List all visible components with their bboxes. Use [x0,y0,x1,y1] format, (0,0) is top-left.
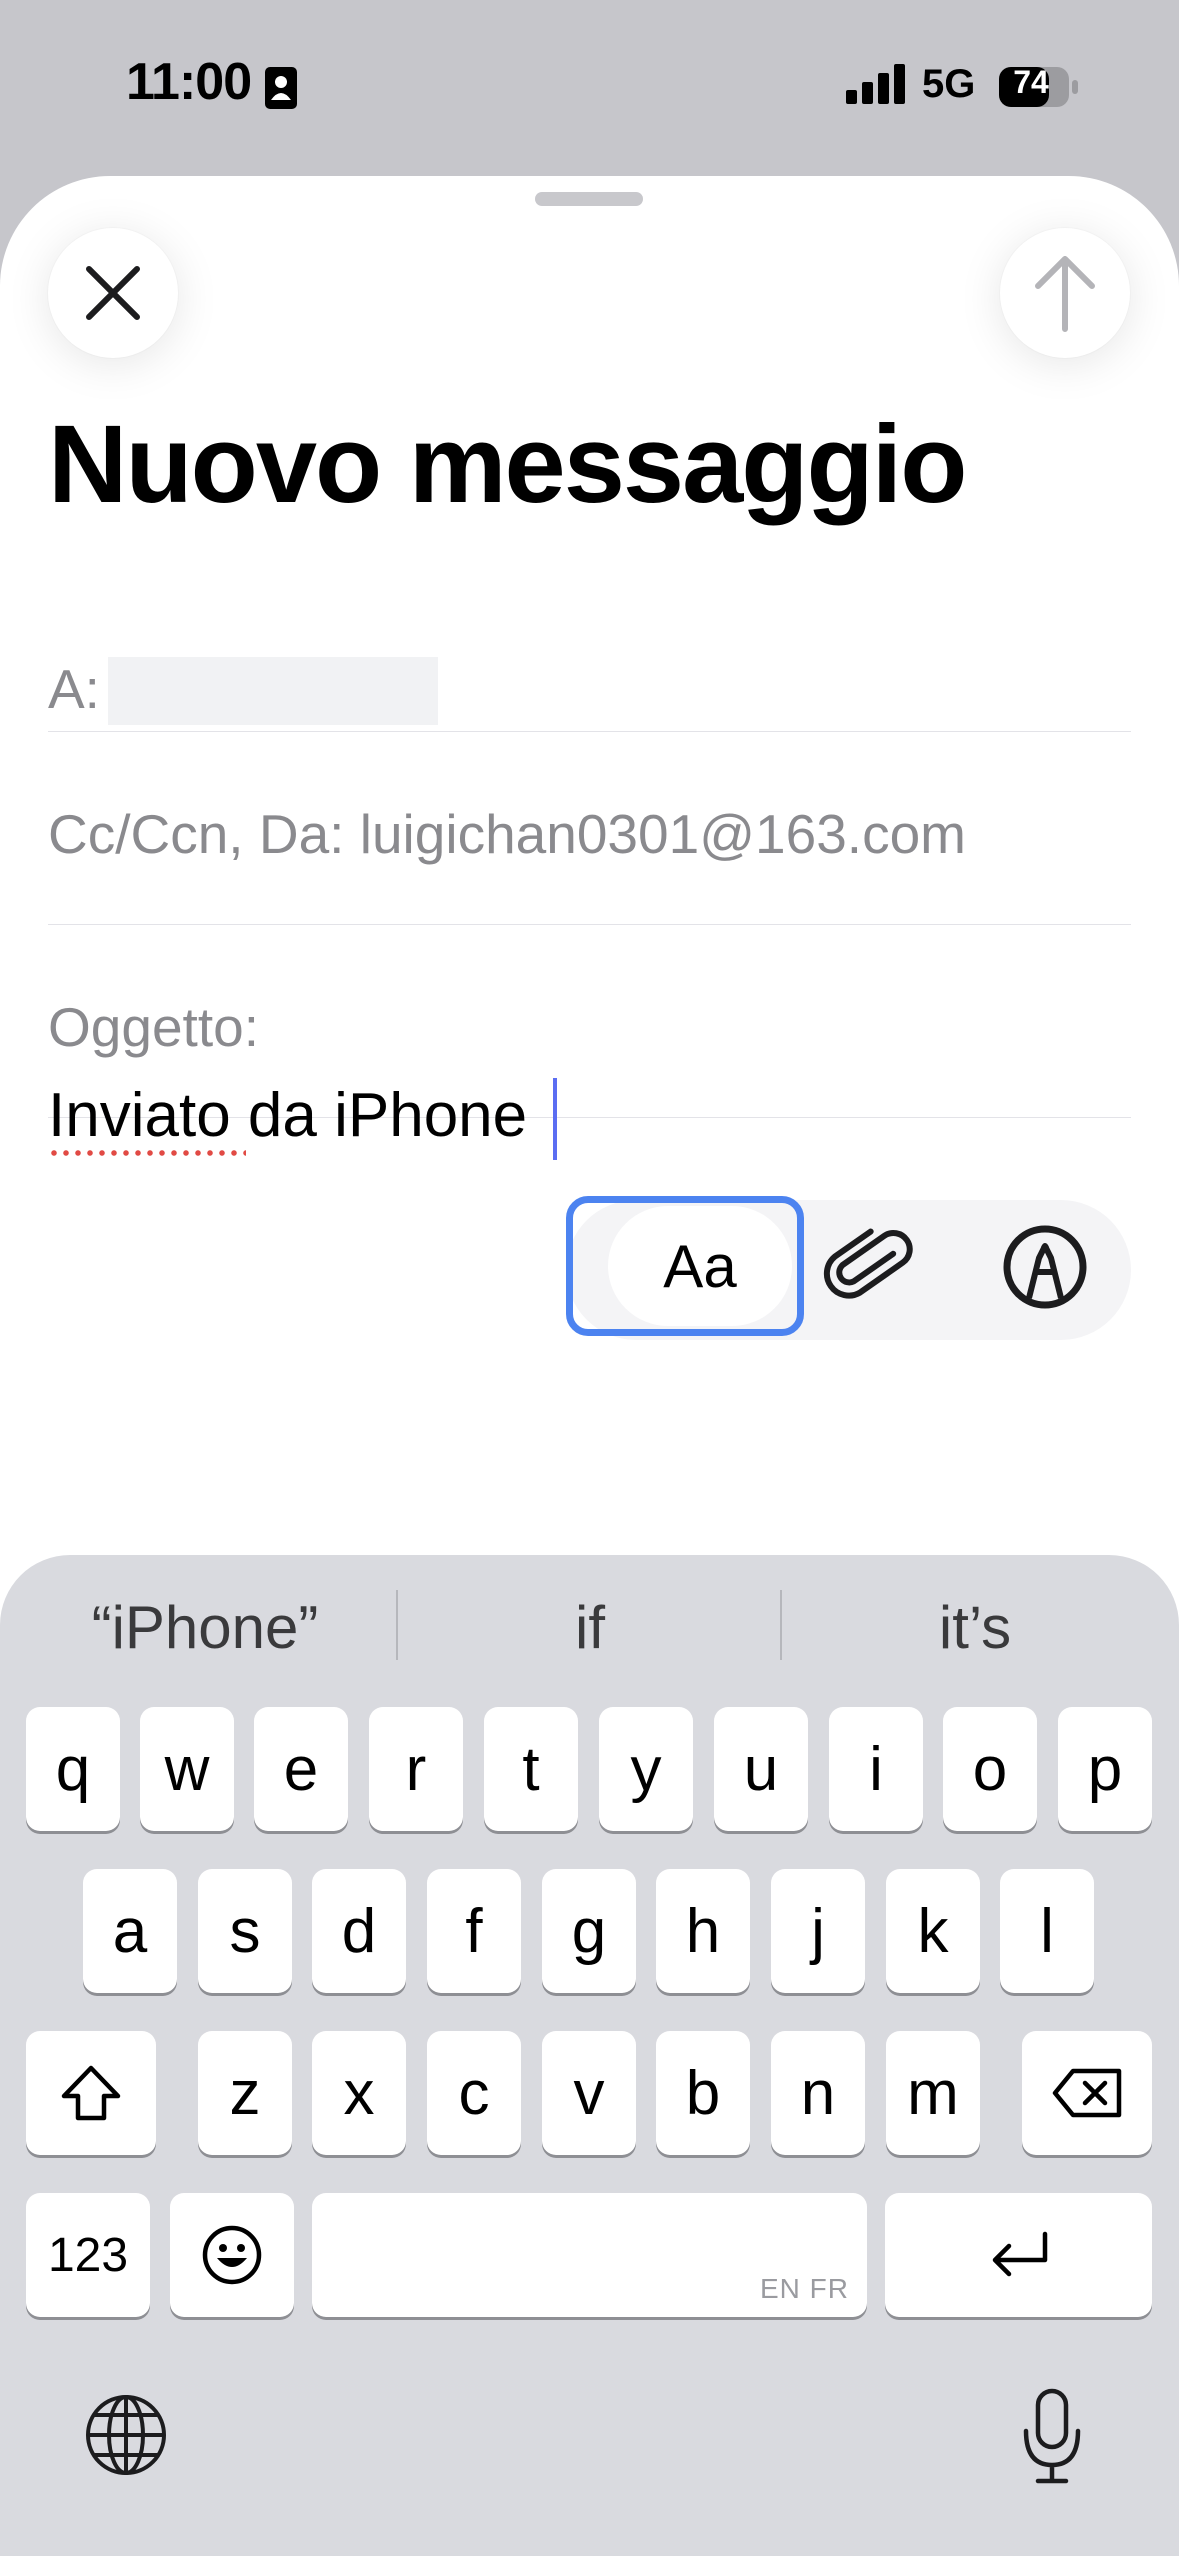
close-icon [86,266,140,320]
space-key[interactable]: EN FR [312,2193,867,2317]
numbers-key[interactable]: 123 [26,2193,150,2317]
status-time: 11:00 [126,53,252,111]
key-u[interactable]: u [714,1707,808,1831]
key-z[interactable]: z [198,2031,292,2155]
key-o[interactable]: o [943,1707,1037,1831]
markup-pen-icon[interactable] [995,1212,1095,1322]
cc-bcc-from-label: Cc/Ccn, Da: luigichan0301@163.com [48,803,966,865]
return-arrow-icon [992,2231,1047,2277]
suggestion-divider [780,1590,782,1660]
close-button[interactable] [48,228,178,358]
shift-arrow-icon [61,2065,121,2121]
emoji-key[interactable] [170,2193,294,2317]
send-button[interactable] [1000,228,1130,358]
arrow-up-icon [1035,256,1095,332]
key-v[interactable]: v [542,2031,636,2155]
keyboard-language-hint: EN FR [760,2273,849,2304]
key-x[interactable]: x [312,2031,406,2155]
battery-level: 74 [1013,64,1049,100]
spellcheck-underline [48,1150,246,1156]
microphone-icon[interactable] [1020,2387,1084,2487]
key-a[interactable]: a [83,1869,177,1993]
key-e[interactable]: e [254,1707,348,1831]
key-f[interactable]: f [427,1869,521,1993]
sheet-grabber[interactable] [535,192,643,206]
return-key[interactable] [885,2193,1152,2317]
cellular-signal-icon [846,64,905,104]
key-w[interactable]: w [140,1707,234,1831]
key-t[interactable]: t [484,1707,578,1831]
suggestion-3[interactable]: it’s [785,1593,1165,1662]
suggestion-divider [396,1590,398,1660]
key-d[interactable]: d [312,1869,406,1993]
key-q[interactable]: q [26,1707,120,1831]
key-b[interactable]: b [656,2031,750,2155]
text-cursor [553,1078,557,1160]
shift-key[interactable] [26,2031,156,2155]
globe-icon[interactable] [84,2393,168,2477]
key-m[interactable]: m [886,2031,980,2155]
suggestion-bar: “iPhone” if it’s [0,1555,1179,1695]
key-n[interactable]: n [771,2031,865,2155]
format-text-highlight [566,1196,804,1336]
status-bar: 11:00 5G 74 [0,0,1179,170]
delete-key[interactable] [1022,2031,1152,2155]
page-title: Nuovo messaggio [48,403,967,526]
key-l[interactable]: l [1000,1869,1094,1993]
to-field[interactable]: A: [48,601,1131,732]
key-s[interactable]: s [198,1869,292,1993]
suggestion-1[interactable]: “iPhone” [30,1593,380,1662]
suggestion-2[interactable]: if [400,1593,780,1662]
emoji-icon [202,2225,262,2285]
subject-label: Oggetto: [48,996,259,1058]
key-k[interactable]: k [886,1869,980,1993]
backspace-icon [1052,2068,1122,2118]
recipient-redacted[interactable] [108,657,438,725]
message-body[interactable]: Inviato da iPhone [48,1080,527,1151]
key-p[interactable]: p [1058,1707,1152,1831]
key-h[interactable]: h [656,1869,750,1993]
key-y[interactable]: y [599,1707,693,1831]
key-i[interactable]: i [829,1707,923,1831]
key-g[interactable]: g [542,1869,636,1993]
key-c[interactable]: c [427,2031,521,2155]
keyboard: “iPhone” if it’s q w e r t y u i o p a s… [0,1555,1179,2556]
to-label: A: [48,658,100,720]
contact-card-icon [265,67,297,109]
key-j[interactable]: j [771,1869,865,1993]
network-type: 5G [922,62,976,106]
cc-bcc-from-field[interactable]: Cc/Ccn, Da: luigichan0301@163.com [48,732,1131,925]
key-r[interactable]: r [369,1707,463,1831]
paperclip-icon[interactable] [820,1220,920,1320]
